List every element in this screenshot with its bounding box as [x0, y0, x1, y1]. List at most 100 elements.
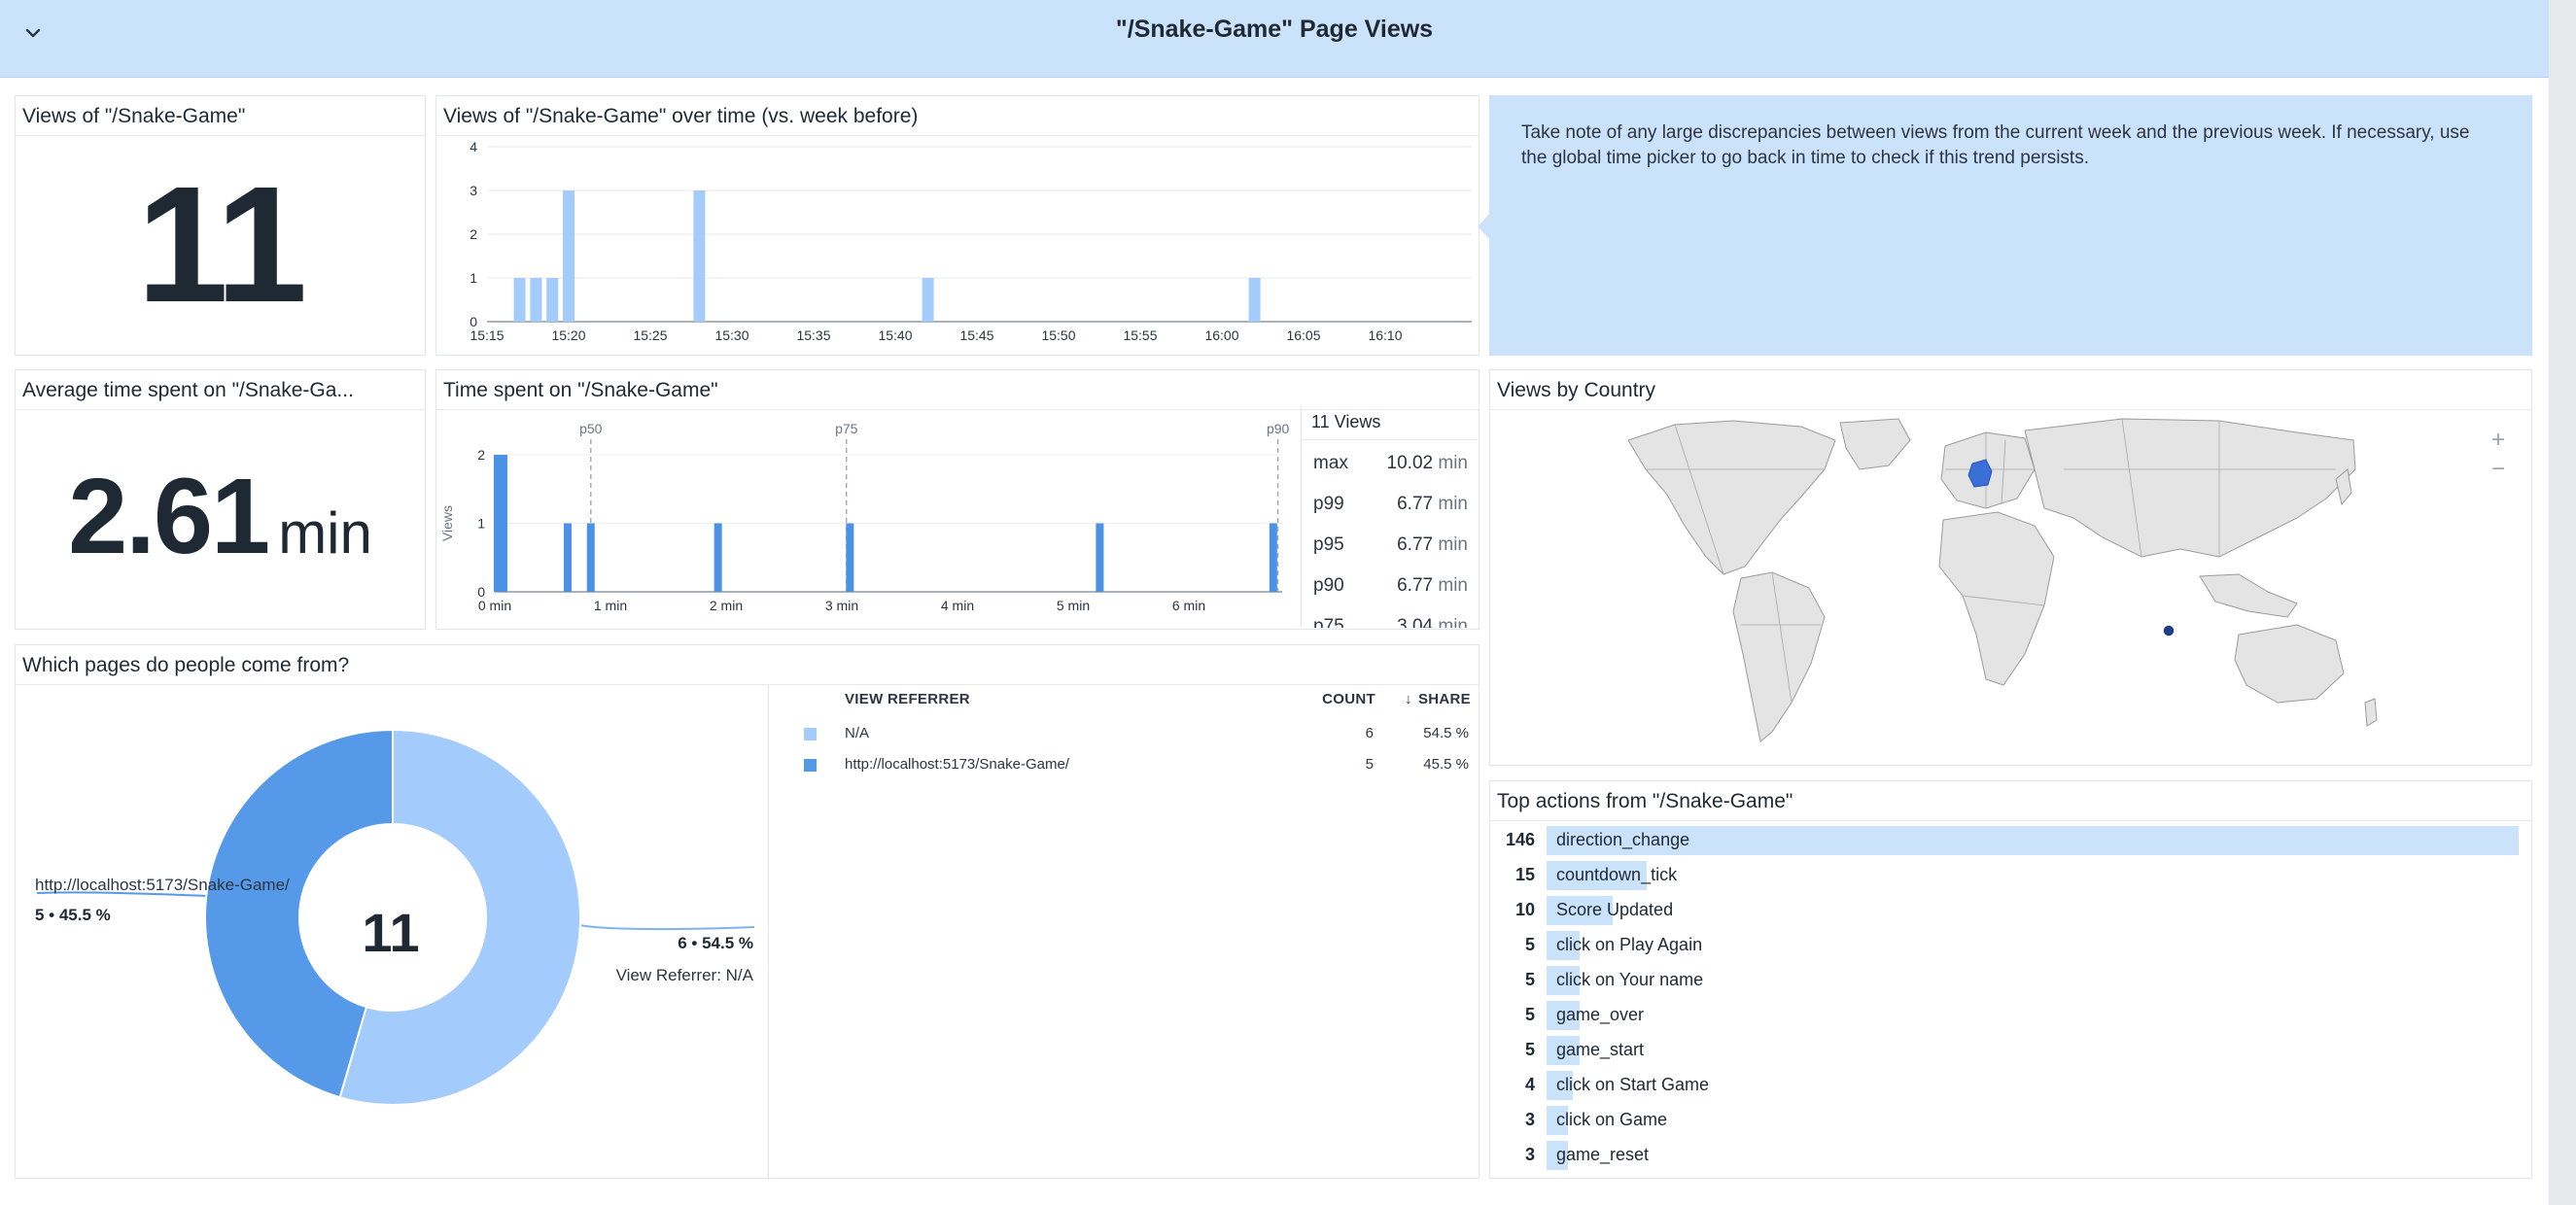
x-tick-label: 15:30: [714, 327, 748, 343]
col-header-count[interactable]: COUNT: [1322, 691, 1375, 707]
stat-value: 6.77: [1397, 534, 1434, 555]
action-name: direction_change: [1556, 830, 1690, 849]
note-pointer: [1478, 212, 1491, 241]
action-row[interactable]: 3 click on Game: [1494, 1104, 2527, 1135]
percentile-label: p75: [835, 421, 858, 436]
views-bar: [513, 278, 526, 322]
views-over-time-panel: Views of "/Snake-Game" over time (vs. we…: [435, 95, 1479, 356]
map-germany-highlight: [1967, 459, 1993, 488]
action-name: Score Updated: [1556, 900, 1674, 919]
map-singapore-marker: [2162, 624, 2176, 637]
x-tick-label: 4 min: [941, 598, 974, 613]
callout-left-value: 5 • 45.5 %: [35, 906, 111, 924]
stat-label: max: [1313, 453, 1348, 473]
time-spent-bar: [1269, 523, 1277, 592]
action-count: 5: [1524, 970, 1535, 989]
x-tick-label: 15:15: [470, 327, 504, 343]
action-count: 146: [1505, 830, 1535, 849]
action-name: game_start: [1556, 1040, 1645, 1059]
views-bar: [546, 278, 559, 322]
action-count: 4: [1524, 1075, 1535, 1094]
dashboard-header: "/Snake-Game" Page Views: [0, 0, 2549, 78]
avg-time-panel: Average time spent on "/Snake-Ga... 2.61…: [15, 369, 426, 630]
zoom-out-button[interactable]: −: [2485, 458, 2512, 483]
action-name: game_over: [1556, 1005, 1645, 1024]
table-row[interactable]: http://localhost:5173/Snake-Game/ 5 45.5…: [786, 751, 1479, 782]
stat-label: p90: [1313, 575, 1344, 596]
views-bar: [563, 190, 574, 322]
top-actions-list: 146 direction_change 15 countdown_tick 10 Sco…: [1490, 824, 2531, 1178]
action-row[interactable]: 5 click on Your name: [1494, 964, 2527, 995]
views-total-value: 11: [136, 153, 308, 337]
col-header-referrer[interactable]: VIEW REFERRER: [845, 691, 970, 707]
action-name: click on Play Again: [1556, 935, 1703, 954]
stat-value: 6.77: [1397, 494, 1434, 514]
action-row[interactable]: 5 game_over: [1494, 999, 2527, 1030]
callout-left-label: http://localhost:5173/Snake-Game/: [35, 876, 290, 894]
referrers-divider: [768, 685, 769, 1179]
x-tick-label: 15:55: [1123, 327, 1157, 343]
panel-title: Time spent on "/Snake-Game": [443, 379, 718, 401]
action-count: 3: [1524, 1145, 1535, 1164]
percentile-label: p50: [579, 421, 603, 436]
world-map[interactable]: [1617, 411, 2453, 765]
avg-time-unit: min: [278, 500, 372, 566]
map-australia: [2234, 624, 2345, 704]
time-spent-bar: [714, 523, 722, 592]
action-row[interactable]: 4 click on Start Game: [1494, 1069, 2527, 1100]
y-tick-label: 1: [477, 516, 485, 532]
y-tick-label: 2: [477, 447, 485, 463]
dashboard-page: "/Snake-Game" Page Views Views of "/Snak…: [0, 0, 2576, 1205]
time-spent-bar: [586, 523, 595, 592]
col-header-share[interactable]: ↓ SHARE: [1405, 691, 1471, 707]
stat-unit: min: [1438, 616, 1468, 628]
stat-unit: min: [1438, 534, 1468, 555]
stat-unit: min: [1438, 494, 1468, 514]
action-bar: [1547, 826, 2519, 855]
action-row[interactable]: 10 Score Updated: [1494, 894, 2527, 925]
stat-label: p99: [1313, 494, 1344, 514]
x-tick-label: 3 min: [825, 598, 858, 613]
note-panel: Take note of any large discrepancies bet…: [1478, 95, 2532, 356]
callout-right-label: View Referrer: N/A: [615, 966, 753, 984]
panel-title: Average time spent on "/Snake-Ga...: [22, 379, 354, 401]
action-count: 5: [1524, 1005, 1535, 1024]
callout-right-value: 6 • 54.5 %: [678, 934, 753, 952]
panel-title: Views of "/Snake-Game": [22, 105, 246, 127]
map-south-america: [1732, 571, 1826, 742]
x-tick-label: 6 min: [1172, 598, 1205, 613]
y-tick-label: 4: [470, 139, 477, 155]
action-row[interactable]: 3 game_reset: [1494, 1139, 2527, 1170]
y-tick-label: 3: [470, 183, 477, 198]
action-count: 3: [1524, 1110, 1535, 1129]
action-count: 5: [1524, 1040, 1535, 1059]
views-total-panel: Views of "/Snake-Game" 11: [15, 95, 426, 356]
action-count: 15: [1514, 865, 1535, 884]
views-bar: [922, 278, 934, 322]
sort-arrow-icon: ↓: [1405, 691, 1412, 707]
referrer-share: 54.5 %: [1423, 725, 1469, 741]
panel-title: Top actions from "/Snake-Game": [1497, 790, 1793, 812]
stat-unit: min: [1438, 575, 1468, 596]
referrer-count: 5: [1365, 756, 1374, 773]
action-name: click on Game: [1556, 1110, 1668, 1129]
referrers-table: VIEW REFERRER COUNT ↓ SHARE N/A 6 54.5 % …: [786, 691, 1479, 808]
x-tick-label: 16:10: [1368, 327, 1402, 343]
action-row[interactable]: 5 click on Play Again: [1494, 929, 2527, 960]
action-count: 10: [1514, 900, 1535, 919]
referrer-label: N/A: [845, 725, 870, 741]
table-row[interactable]: N/A 6 54.5 %: [786, 720, 1479, 751]
x-tick-label: 15:40: [878, 327, 912, 343]
action-row[interactable]: 5 game_start: [1494, 1034, 2527, 1065]
referrer-share: 45.5 %: [1423, 756, 1469, 773]
zoom-in-button[interactable]: +: [2485, 429, 2512, 454]
map-southeast-asia: [2199, 573, 2298, 618]
panel-title: Views of "/Snake-Game" over time (vs. we…: [443, 105, 919, 127]
action-row[interactable]: 15 countdown_tick: [1494, 859, 2527, 890]
action-row[interactable]: 146 direction_change: [1494, 824, 2527, 855]
views-over-time-chart: 0123415:15 15:20 15:25 15:30 15:35 15:40 15:45…: [470, 139, 1472, 343]
stat-row-p75: p75 3.04 min: [1313, 612, 1468, 628]
referrers-panel: Which pages do people come from? 11 http…: [15, 644, 1479, 1179]
avg-time-number: 2.61: [68, 457, 270, 576]
x-tick-label: 16:05: [1286, 327, 1320, 343]
